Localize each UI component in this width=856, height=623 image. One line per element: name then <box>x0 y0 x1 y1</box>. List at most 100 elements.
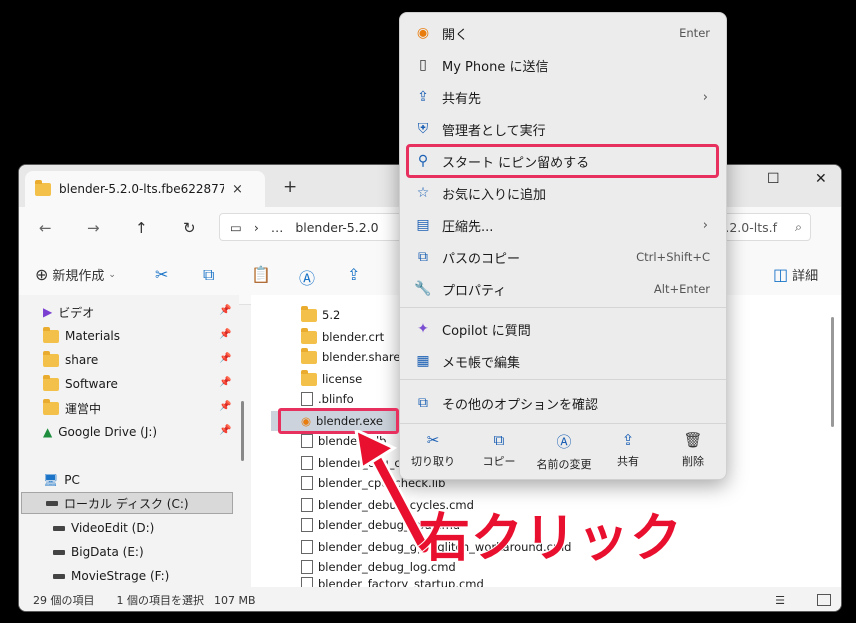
forward-arrow-icon[interactable]: → <box>87 219 100 237</box>
trash-icon: 🗑 <box>683 431 703 449</box>
rename-icon[interactable]: Ⓐ <box>299 265 315 289</box>
up-arrow-icon[interactable]: ↑ <box>135 219 148 237</box>
address-path[interactable]: blender-5.2.0 <box>295 220 378 235</box>
pin-icon[interactable]: 📌 <box>219 425 231 436</box>
refresh-icon[interactable]: ↻ <box>183 219 196 237</box>
sidebar-item-label: PC <box>64 473 80 487</box>
sidebar-item-drive-d[interactable]: VideoEdit (D:) <box>53 517 154 539</box>
menu-item-label: その他のオプションを確認 <box>442 397 599 413</box>
sidebar-item-materials[interactable]: Materials <box>43 325 120 347</box>
sidebar-item-operating[interactable]: 運営中 <box>43 397 101 419</box>
maximize-button[interactable]: ☐ <box>767 171 780 187</box>
chevron-down-icon: ⌄ <box>108 269 116 280</box>
list-item[interactable]: license <box>301 369 362 389</box>
quick-action-label: コピー <box>482 455 516 468</box>
menu-shortcut: Enter <box>679 26 710 40</box>
copy-icon[interactable]: ⧉ <box>203 265 214 285</box>
paste-icon[interactable]: 📋 <box>251 265 271 284</box>
plus-circle-icon: ⊕ <box>35 265 49 284</box>
file-name: license <box>322 372 363 386</box>
quick-action-delete[interactable]: 🗑 削除 <box>662 431 724 475</box>
search-icon[interactable]: ⌕ <box>795 219 802 235</box>
selection-size: 107 MB <box>214 593 256 607</box>
sidebar-item-label: share <box>65 353 99 367</box>
sidebar-item-video[interactable]: ▶ ビデオ <box>43 301 94 323</box>
tab-close-button[interactable]: × <box>232 182 243 197</box>
chevron-right-icon: › <box>702 217 708 233</box>
quick-action-copy[interactable]: ⧉ コピー <box>468 431 530 475</box>
list-item[interactable]: .blinfo <box>301 389 354 409</box>
wrench-icon: 🔧 <box>414 281 432 297</box>
menu-item-copilot[interactable]: ✦ Copilot に質問 <box>400 313 726 345</box>
pin-icon[interactable]: 📌 <box>219 329 231 340</box>
menu-item-copy-path[interactable]: ⧉ パスのコピー Ctrl+Shift+C <box>400 241 726 273</box>
tab-blender-folder[interactable]: blender-5.2.0-lts.fbe6228777e × <box>25 171 265 207</box>
menu-item-run-as-admin[interactable]: ⛨ 管理者として実行 <box>400 113 726 145</box>
menu-item-edit-notepad[interactable]: ▦ メモ帳で編集 <box>400 345 726 377</box>
details-label: 詳細 <box>792 269 819 284</box>
sidebar-item-drive-e[interactable]: BigData (E:) <box>53 541 144 563</box>
selection-count: 1 個の項目を選択 <box>116 594 205 607</box>
menu-item-compress-to[interactable]: ▤ 圧縮先... › <box>400 209 726 241</box>
share-icon[interactable]: ⇪ <box>347 265 360 284</box>
file-name: .blinfo <box>318 392 354 406</box>
sidebar-scrollbar[interactable] <box>241 401 244 461</box>
menu-item-send-to-phone[interactable]: ▯ My Phone に送信 <box>400 49 726 81</box>
sidebar-item-drive-f[interactable]: MovieStrage (F:) <box>53 565 169 587</box>
sidebar-item-label: Google Drive (J:) <box>58 425 158 439</box>
sidebar-item-pc[interactable]: 🖥 PC <box>43 469 80 491</box>
list-item[interactable]: blender.crt <box>301 327 384 347</box>
pin-icon[interactable]: 📌 <box>219 377 231 388</box>
navigation-pane: ▶ ビデオ 📌 Materials 📌 share 📌 Software 📌 運… <box>19 295 239 587</box>
share-icon: ⇪ <box>417 89 429 105</box>
drive-icon <box>53 573 65 579</box>
pc-monitor-icon: 🖥 <box>43 473 59 487</box>
item-count: 29 個の項目 <box>33 594 95 607</box>
file-icon <box>301 434 313 448</box>
sidebar-item-label: ビデオ <box>58 305 95 320</box>
cut-icon[interactable]: ✂ <box>155 265 168 284</box>
copy-path-icon: ⧉ <box>418 249 428 265</box>
menu-item-label: My Phone に送信 <box>442 59 549 75</box>
sidebar-item-drive-c[interactable]: ローカル ディスク (C:) <box>21 492 233 514</box>
folder-icon <box>43 374 59 391</box>
archive-icon: ▤ <box>416 217 430 233</box>
menu-item-open[interactable]: ◉ 開く Enter <box>400 17 726 49</box>
pc-monitor-icon: ▭ <box>230 219 242 235</box>
pin-icon[interactable]: 📌 <box>219 401 231 412</box>
sidebar-item-label: Software <box>65 377 118 391</box>
menu-item-add-favorites[interactable]: ☆ お気に入りに追加 <box>400 177 726 209</box>
file-name: blender.shared <box>322 350 408 364</box>
new-button[interactable]: ⊕ 新規作成 ⌄ <box>35 265 116 284</box>
highlight-pin-to-start <box>406 144 719 178</box>
close-window-button[interactable]: ✕ <box>815 171 827 187</box>
address-ellipsis[interactable]: … <box>271 220 284 235</box>
pin-icon[interactable]: 📌 <box>219 305 231 316</box>
details-button[interactable]: ◫ 詳細 <box>773 265 818 284</box>
new-tab-button[interactable]: + <box>283 177 297 197</box>
back-arrow-icon[interactable]: ← <box>39 219 52 237</box>
list-item[interactable]: blender.shared <box>301 347 408 367</box>
list-item[interactable]: blender_factory_startup.cmd <box>301 577 484 587</box>
quick-action-share[interactable]: ⇪ 共有 <box>597 431 659 475</box>
sidebar-item-google-drive[interactable]: ▲ Google Drive (J:) <box>43 421 157 443</box>
menu-item-label: Copilot に質問 <box>442 323 531 339</box>
list-view-icon[interactable]: ☰ <box>775 594 785 607</box>
menu-shortcut: Alt+Enter <box>653 282 710 296</box>
star-icon: ☆ <box>416 185 430 201</box>
file-list-scrollbar[interactable] <box>831 317 834 427</box>
menu-item-more-options[interactable]: ⧉ その他のオプションを確認 <box>400 387 726 419</box>
quick-action-label: 共有 <box>617 455 639 468</box>
annotation-caption: 右クリック <box>417 508 684 570</box>
drive-icon <box>53 525 65 531</box>
sidebar-item-software[interactable]: Software <box>43 373 118 395</box>
quick-action-rename[interactable]: Ⓐ 名前の変更 <box>531 431 597 475</box>
tile-view-icon[interactable] <box>817 594 831 606</box>
menu-item-properties[interactable]: 🔧 プロパティ Alt+Enter <box>400 273 726 305</box>
sidebar-item-share[interactable]: share <box>43 349 98 371</box>
list-item[interactable]: 5.2 <box>301 305 340 325</box>
pin-icon[interactable]: 📌 <box>219 353 231 364</box>
notepad-icon: ▦ <box>416 353 430 369</box>
menu-item-label: パスのコピー <box>442 251 521 267</box>
menu-item-share-to[interactable]: ⇪ 共有先 › <box>400 81 726 113</box>
